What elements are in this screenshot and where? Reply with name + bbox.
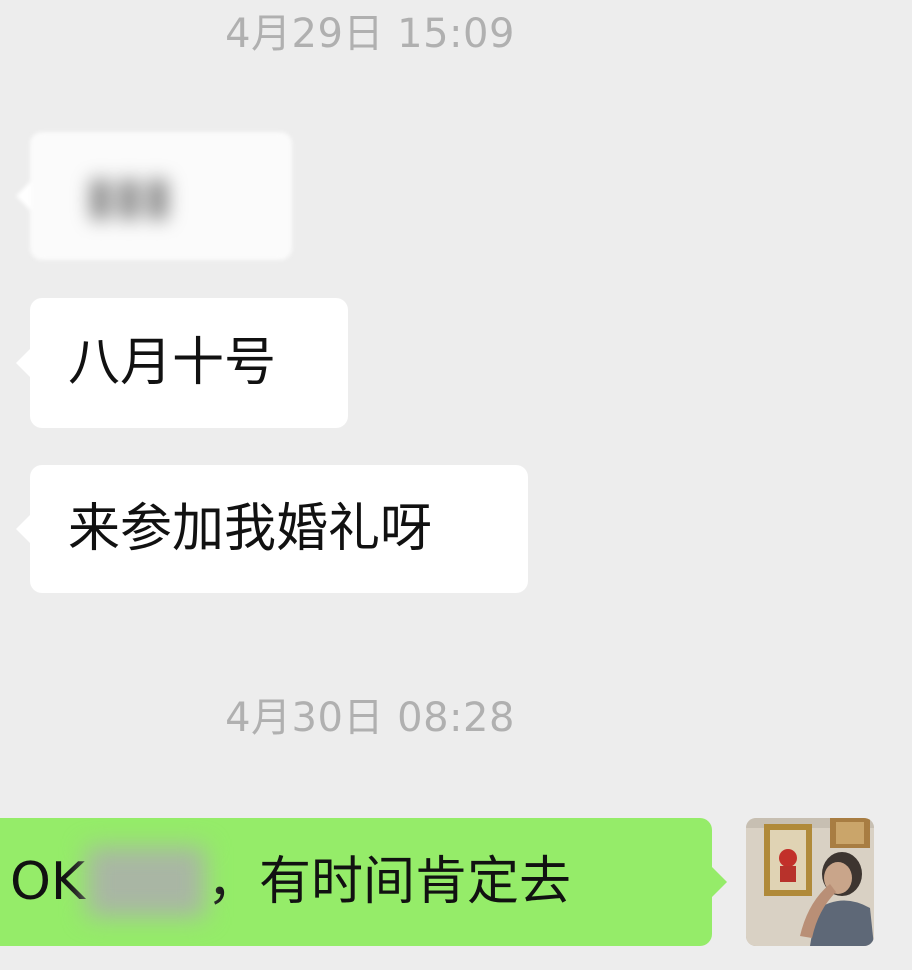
message-text-end: ，有时间肯定去 [207, 852, 572, 912]
message-text: 来参加我婚礼呀 [68, 499, 433, 559]
avatar[interactable] [746, 818, 874, 946]
user-photo-avatar-icon [746, 818, 874, 946]
timestamp-1: 4月29日 15:09 [225, 11, 515, 57]
message-bubble-incoming[interactable]: 八月十号 [16, 298, 348, 428]
redacted-message-text: ▮▮▮ [86, 166, 172, 226]
message-bubble-redacted[interactable]: ▮▮▮ [16, 132, 292, 260]
message-text: 八月十号 [68, 333, 277, 393]
redaction-blur [87, 847, 206, 917]
message-bubble-incoming[interactable]: 来参加我婚礼呀 [16, 465, 528, 593]
message-text-start: OK [10, 852, 86, 912]
timestamp-2: 4月30日 08:28 [225, 695, 515, 741]
message-bubble-outgoing[interactable]: OK ，有时间肯定去 [0, 818, 727, 946]
